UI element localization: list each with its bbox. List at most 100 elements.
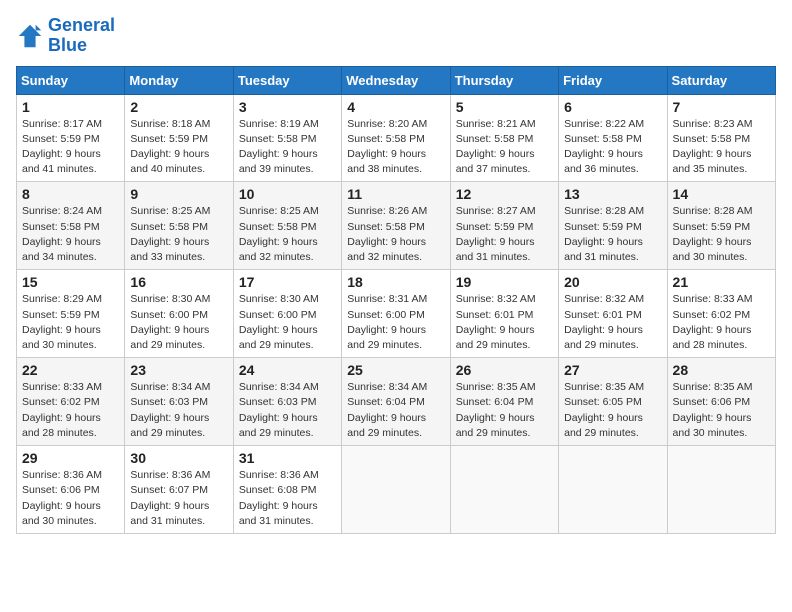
day-number: 28 — [673, 362, 770, 378]
day-number: 4 — [347, 99, 444, 115]
calendar-cell: 26 Sunrise: 8:35 AM Sunset: 6:04 PM Dayl… — [450, 358, 558, 446]
day-info: Sunrise: 8:35 AM Sunset: 6:04 PM Dayligh… — [456, 380, 553, 441]
calendar-week-row: 8 Sunrise: 8:24 AM Sunset: 5:58 PM Dayli… — [17, 182, 776, 270]
day-info: Sunrise: 8:18 AM Sunset: 5:59 PM Dayligh… — [130, 117, 227, 178]
day-number: 26 — [456, 362, 553, 378]
weekday-header: Sunday — [17, 66, 125, 94]
day-number: 17 — [239, 274, 336, 290]
calendar-cell: 15 Sunrise: 8:29 AM Sunset: 5:59 PM Dayl… — [17, 270, 125, 358]
weekday-header: Wednesday — [342, 66, 450, 94]
day-info: Sunrise: 8:33 AM Sunset: 6:02 PM Dayligh… — [673, 292, 770, 353]
day-number: 22 — [22, 362, 119, 378]
day-number: 30 — [130, 450, 227, 466]
day-number: 21 — [673, 274, 770, 290]
day-info: Sunrise: 8:36 AM Sunset: 6:06 PM Dayligh… — [22, 468, 119, 529]
day-number: 18 — [347, 274, 444, 290]
calendar-cell — [342, 446, 450, 534]
page-header: General Blue — [16, 16, 776, 56]
day-info: Sunrise: 8:20 AM Sunset: 5:58 PM Dayligh… — [347, 117, 444, 178]
calendar-cell: 10 Sunrise: 8:25 AM Sunset: 5:58 PM Dayl… — [233, 182, 341, 270]
logo-icon — [16, 22, 44, 50]
day-info: Sunrise: 8:33 AM Sunset: 6:02 PM Dayligh… — [22, 380, 119, 441]
weekday-header: Thursday — [450, 66, 558, 94]
day-number: 23 — [130, 362, 227, 378]
day-info: Sunrise: 8:23 AM Sunset: 5:58 PM Dayligh… — [673, 117, 770, 178]
calendar-cell: 12 Sunrise: 8:27 AM Sunset: 5:59 PM Dayl… — [450, 182, 558, 270]
day-info: Sunrise: 8:31 AM Sunset: 6:00 PM Dayligh… — [347, 292, 444, 353]
day-info: Sunrise: 8:34 AM Sunset: 6:03 PM Dayligh… — [130, 380, 227, 441]
day-info: Sunrise: 8:24 AM Sunset: 5:58 PM Dayligh… — [22, 204, 119, 265]
calendar-cell — [450, 446, 558, 534]
day-number: 20 — [564, 274, 661, 290]
day-number: 3 — [239, 99, 336, 115]
day-info: Sunrise: 8:32 AM Sunset: 6:01 PM Dayligh… — [564, 292, 661, 353]
day-info: Sunrise: 8:29 AM Sunset: 5:59 PM Dayligh… — [22, 292, 119, 353]
weekday-header: Monday — [125, 66, 233, 94]
day-number: 10 — [239, 186, 336, 202]
day-info: Sunrise: 8:36 AM Sunset: 6:07 PM Dayligh… — [130, 468, 227, 529]
calendar-cell: 14 Sunrise: 8:28 AM Sunset: 5:59 PM Dayl… — [667, 182, 775, 270]
calendar-cell: 21 Sunrise: 8:33 AM Sunset: 6:02 PM Dayl… — [667, 270, 775, 358]
day-number: 2 — [130, 99, 227, 115]
calendar-cell: 4 Sunrise: 8:20 AM Sunset: 5:58 PM Dayli… — [342, 94, 450, 182]
weekday-header: Tuesday — [233, 66, 341, 94]
day-number: 7 — [673, 99, 770, 115]
weekday-header: Friday — [559, 66, 667, 94]
calendar-cell: 7 Sunrise: 8:23 AM Sunset: 5:58 PM Dayli… — [667, 94, 775, 182]
calendar-cell: 3 Sunrise: 8:19 AM Sunset: 5:58 PM Dayli… — [233, 94, 341, 182]
day-info: Sunrise: 8:19 AM Sunset: 5:58 PM Dayligh… — [239, 117, 336, 178]
calendar-cell: 24 Sunrise: 8:34 AM Sunset: 6:03 PM Dayl… — [233, 358, 341, 446]
calendar-cell: 29 Sunrise: 8:36 AM Sunset: 6:06 PM Dayl… — [17, 446, 125, 534]
day-info: Sunrise: 8:36 AM Sunset: 6:08 PM Dayligh… — [239, 468, 336, 529]
calendar-cell: 19 Sunrise: 8:32 AM Sunset: 6:01 PM Dayl… — [450, 270, 558, 358]
day-info: Sunrise: 8:30 AM Sunset: 6:00 PM Dayligh… — [130, 292, 227, 353]
day-info: Sunrise: 8:28 AM Sunset: 5:59 PM Dayligh… — [673, 204, 770, 265]
calendar-cell: 2 Sunrise: 8:18 AM Sunset: 5:59 PM Dayli… — [125, 94, 233, 182]
weekday-header: Saturday — [667, 66, 775, 94]
day-info: Sunrise: 8:17 AM Sunset: 5:59 PM Dayligh… — [22, 117, 119, 178]
day-number: 29 — [22, 450, 119, 466]
day-number: 9 — [130, 186, 227, 202]
day-number: 24 — [239, 362, 336, 378]
day-info: Sunrise: 8:34 AM Sunset: 6:03 PM Dayligh… — [239, 380, 336, 441]
day-number: 8 — [22, 186, 119, 202]
day-info: Sunrise: 8:28 AM Sunset: 5:59 PM Dayligh… — [564, 204, 661, 265]
calendar-table: SundayMondayTuesdayWednesdayThursdayFrid… — [16, 66, 776, 534]
logo-text: General Blue — [48, 16, 115, 56]
day-info: Sunrise: 8:35 AM Sunset: 6:06 PM Dayligh… — [673, 380, 770, 441]
calendar-cell: 28 Sunrise: 8:35 AM Sunset: 6:06 PM Dayl… — [667, 358, 775, 446]
calendar-cell: 31 Sunrise: 8:36 AM Sunset: 6:08 PM Dayl… — [233, 446, 341, 534]
calendar-cell: 20 Sunrise: 8:32 AM Sunset: 6:01 PM Dayl… — [559, 270, 667, 358]
day-number: 16 — [130, 274, 227, 290]
day-number: 13 — [564, 186, 661, 202]
day-info: Sunrise: 8:26 AM Sunset: 5:58 PM Dayligh… — [347, 204, 444, 265]
day-info: Sunrise: 8:25 AM Sunset: 5:58 PM Dayligh… — [239, 204, 336, 265]
day-info: Sunrise: 8:32 AM Sunset: 6:01 PM Dayligh… — [456, 292, 553, 353]
day-number: 14 — [673, 186, 770, 202]
day-info: Sunrise: 8:21 AM Sunset: 5:58 PM Dayligh… — [456, 117, 553, 178]
calendar-cell: 8 Sunrise: 8:24 AM Sunset: 5:58 PM Dayli… — [17, 182, 125, 270]
calendar-cell: 11 Sunrise: 8:26 AM Sunset: 5:58 PM Dayl… — [342, 182, 450, 270]
calendar-cell: 27 Sunrise: 8:35 AM Sunset: 6:05 PM Dayl… — [559, 358, 667, 446]
day-info: Sunrise: 8:34 AM Sunset: 6:04 PM Dayligh… — [347, 380, 444, 441]
calendar-cell: 25 Sunrise: 8:34 AM Sunset: 6:04 PM Dayl… — [342, 358, 450, 446]
day-number: 27 — [564, 362, 661, 378]
day-info: Sunrise: 8:22 AM Sunset: 5:58 PM Dayligh… — [564, 117, 661, 178]
calendar-cell: 23 Sunrise: 8:34 AM Sunset: 6:03 PM Dayl… — [125, 358, 233, 446]
day-number: 5 — [456, 99, 553, 115]
calendar-cell: 18 Sunrise: 8:31 AM Sunset: 6:00 PM Dayl… — [342, 270, 450, 358]
calendar-cell: 9 Sunrise: 8:25 AM Sunset: 5:58 PM Dayli… — [125, 182, 233, 270]
calendar-cell: 17 Sunrise: 8:30 AM Sunset: 6:00 PM Dayl… — [233, 270, 341, 358]
day-number: 25 — [347, 362, 444, 378]
day-number: 11 — [347, 186, 444, 202]
calendar-cell: 6 Sunrise: 8:22 AM Sunset: 5:58 PM Dayli… — [559, 94, 667, 182]
calendar-cell: 5 Sunrise: 8:21 AM Sunset: 5:58 PM Dayli… — [450, 94, 558, 182]
calendar-cell: 1 Sunrise: 8:17 AM Sunset: 5:59 PM Dayli… — [17, 94, 125, 182]
calendar-cell: 16 Sunrise: 8:30 AM Sunset: 6:00 PM Dayl… — [125, 270, 233, 358]
calendar-cell: 22 Sunrise: 8:33 AM Sunset: 6:02 PM Dayl… — [17, 358, 125, 446]
day-number: 15 — [22, 274, 119, 290]
calendar-week-row: 29 Sunrise: 8:36 AM Sunset: 6:06 PM Dayl… — [17, 446, 776, 534]
logo: General Blue — [16, 16, 115, 56]
calendar-week-row: 15 Sunrise: 8:29 AM Sunset: 5:59 PM Dayl… — [17, 270, 776, 358]
calendar-week-row: 22 Sunrise: 8:33 AM Sunset: 6:02 PM Dayl… — [17, 358, 776, 446]
